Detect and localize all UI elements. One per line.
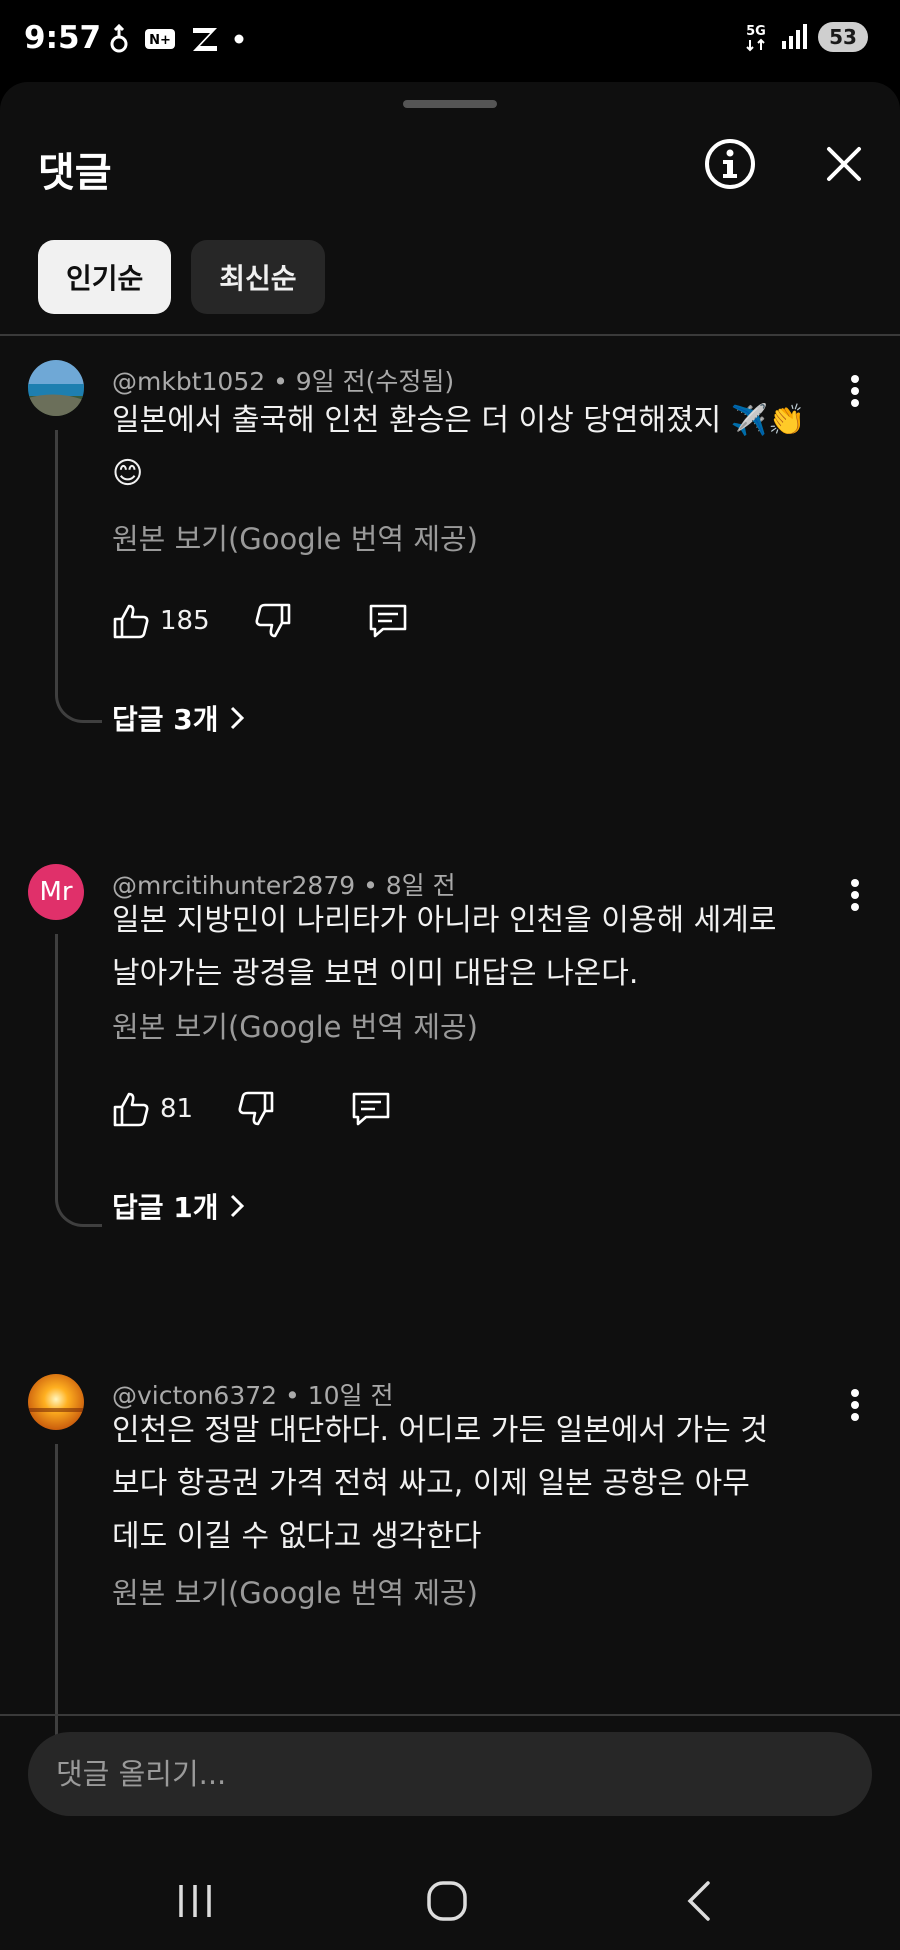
like-button[interactable]: 81 <box>112 1090 193 1128</box>
thread-line <box>55 934 58 1188</box>
view-replies-button[interactable]: 답글 3개 <box>112 698 245 738</box>
sort-chip-newest[interactable]: 최신순 <box>191 240 325 314</box>
dislike-button[interactable] <box>254 602 292 640</box>
close-icon <box>827 147 861 181</box>
home-button[interactable] <box>412 1866 482 1936</box>
sort-chip-popular[interactable]: 인기순 <box>38 240 172 314</box>
thumbs-down-icon <box>255 603 290 638</box>
avatar[interactable] <box>28 360 84 416</box>
dot-icon <box>234 34 244 44</box>
thread-line <box>55 430 58 684</box>
sheet-title: 댓글 <box>38 150 112 196</box>
recent-apps-button[interactable] <box>160 1866 230 1936</box>
n-plus-icon: N+ <box>145 29 175 49</box>
sunset-avatar-image <box>28 1374 84 1430</box>
recent-apps-icon <box>179 1885 211 1917</box>
see-original-link[interactable]: 원본 보기(Google 번역 제공) <box>112 1570 478 1612</box>
battery-indicator: 53 <box>818 22 868 52</box>
comment-text: 일본에서 출국해 인천 환승은 더 이상 당연해졌지 ✈️👏😊 <box>112 403 806 491</box>
comments-sheet: 댓글 인기순 최신순 @mkbt1052 • 9일 전(수정됨) 일본에서 출국… <box>0 82 900 1950</box>
status-bar: 9:57 N+ 5G 53 <box>0 0 900 82</box>
more-vertical-icon <box>851 375 859 407</box>
avatar[interactable]: Mr <box>28 864 84 920</box>
back-button[interactable] <box>664 1866 734 1936</box>
see-original-link[interactable]: 원본 보기(Google 번역 제공) <box>112 516 478 558</box>
like-button[interactable]: 185 <box>112 602 210 640</box>
comment-icon <box>369 604 406 638</box>
like-count: 185 <box>160 606 210 636</box>
status-time: 9:57 <box>24 20 102 56</box>
comment-menu-button[interactable] <box>838 1380 872 1430</box>
5g-icon: 5G <box>746 24 766 52</box>
comment-author[interactable]: @mkbt1052 <box>112 367 265 396</box>
comment-list[interactable]: @mkbt1052 • 9일 전(수정됨) 일본에서 출국해 인천 환승은 더 … <box>0 336 900 1796</box>
avatar[interactable] <box>28 1374 84 1430</box>
info-icon <box>705 139 755 189</box>
system-nav-bar <box>0 1850 900 1950</box>
comment-item: Mr @mrcitihunter2879 • 8일 전 일본 지방민이 나리타가… <box>0 864 900 1244</box>
chevron-right-icon <box>230 1194 244 1218</box>
notification-icon <box>110 24 128 53</box>
comment-text: 일본 지방민이 나리타가 아니라 인천을 이용해 세계로 날아가는 광경을 보면… <box>112 903 777 991</box>
thumbs-down-icon <box>238 1091 274 1126</box>
sort-chips: 인기순 최신순 <box>38 240 325 314</box>
view-replies-button[interactable]: 답글 1개 <box>112 1186 245 1226</box>
comment-input-container[interactable] <box>28 1732 872 1816</box>
replies-label: 답글 1개 <box>112 1191 219 1224</box>
beach-avatar-image <box>28 360 84 416</box>
back-icon <box>687 1881 710 1921</box>
comment-icon <box>352 1092 390 1126</box>
chevron-right-icon <box>230 706 244 730</box>
dislike-button[interactable] <box>237 1090 275 1128</box>
like-count: 81 <box>160 1094 194 1124</box>
close-button[interactable] <box>812 132 876 196</box>
svg-text:5G: 5G <box>746 24 766 39</box>
thumbs-up-icon <box>113 1092 149 1127</box>
home-icon <box>427 1881 467 1921</box>
comment-menu-button[interactable] <box>838 366 872 416</box>
replies-label: 답글 3개 <box>112 703 219 736</box>
svg-text:N+: N+ <box>149 33 171 48</box>
drag-handle[interactable] <box>403 100 497 108</box>
comment-menu-button[interactable] <box>838 870 872 920</box>
see-original-link[interactable]: 원본 보기(Google 번역 제공) <box>112 1004 478 1046</box>
info-button[interactable] <box>698 132 762 196</box>
more-vertical-icon <box>851 1389 859 1421</box>
signal-icon <box>782 24 807 49</box>
comment-item: @mkbt1052 • 9일 전(수정됨) 일본에서 출국해 인천 환승은 더 … <box>0 360 900 740</box>
comment-time: 9일 전(수정됨) <box>295 367 455 396</box>
reply-button[interactable] <box>351 1090 391 1128</box>
z-app-icon <box>193 28 217 51</box>
avatar-initials: Mr <box>39 877 73 907</box>
comment-text: 인천은 정말 대단하다. 어디로 가든 일본에서 가는 것보다 항공권 가격 전… <box>112 1413 768 1554</box>
thumbs-up-icon <box>113 604 149 639</box>
input-divider <box>0 1714 900 1716</box>
reply-button[interactable] <box>368 602 408 640</box>
more-vertical-icon <box>851 879 859 911</box>
comment-input[interactable] <box>28 1732 872 1816</box>
